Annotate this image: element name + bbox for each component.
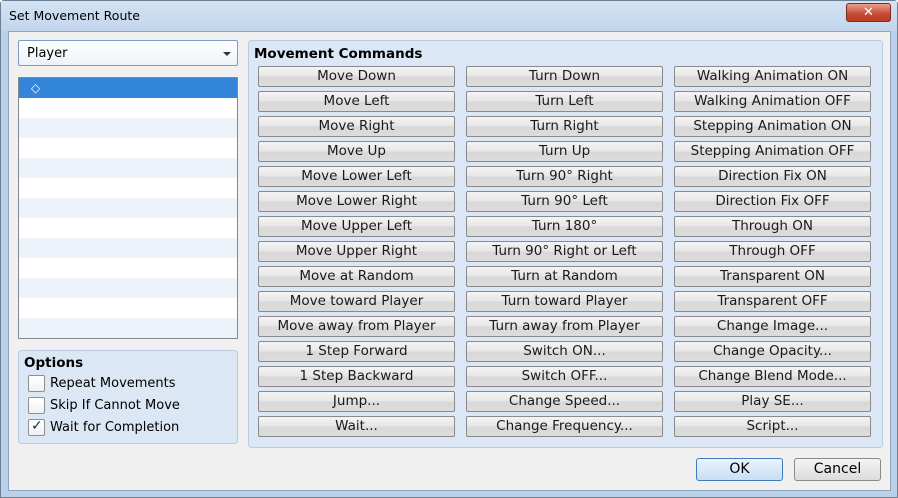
turn-up-button[interactable]: Turn Up bbox=[466, 141, 663, 162]
skip-if-cannot-move-checkbox[interactable] bbox=[28, 397, 45, 414]
switch-off-button[interactable]: Switch OFF... bbox=[466, 366, 663, 387]
through-off-button[interactable]: Through OFF bbox=[674, 241, 871, 262]
move-right-button[interactable]: Move Right bbox=[258, 116, 455, 137]
chevron-down-icon[interactable] bbox=[223, 52, 231, 56]
close-button[interactable]: ✕ bbox=[846, 3, 891, 22]
walking-animation-off-button[interactable]: Walking Animation OFF bbox=[674, 91, 871, 112]
repeat-movements-checkbox[interactable] bbox=[28, 375, 45, 392]
wait-button[interactable]: Wait... bbox=[258, 416, 455, 437]
direction-fix-on-button[interactable]: Direction Fix ON bbox=[674, 166, 871, 187]
transparent-off-button[interactable]: Transparent OFF bbox=[674, 291, 871, 312]
target-dropdown-value: Player bbox=[27, 46, 68, 61]
cancel-button[interactable]: Cancel bbox=[794, 458, 881, 481]
skip-if-cannot-move-label[interactable]: Skip If Cannot Move bbox=[50, 398, 180, 413]
options-title: Options bbox=[24, 355, 84, 371]
dialog-body: Player ◇ Options Repeat Movements Skip I… bbox=[8, 31, 891, 491]
through-on-button[interactable]: Through ON bbox=[674, 216, 871, 237]
list-item[interactable] bbox=[19, 138, 237, 158]
turn-away-from-player-button[interactable]: Turn away from Player bbox=[466, 316, 663, 337]
turn-90-deg-right-button[interactable]: Turn 90° Right bbox=[466, 166, 663, 187]
stepping-animation-on-button[interactable]: Stepping Animation ON bbox=[674, 116, 871, 137]
walking-animation-on-button[interactable]: Walking Animation ON bbox=[674, 66, 871, 87]
transparent-on-button[interactable]: Transparent ON bbox=[674, 266, 871, 287]
movement-commands-group: Movement Commands Move Down Move Left Move… bbox=[248, 40, 883, 448]
move-lower-left-button[interactable]: Move Lower Left bbox=[258, 166, 455, 187]
wait-for-completion-checkbox[interactable]: ✓ bbox=[28, 418, 45, 436]
title-bar: Set Movement Route ✕ bbox=[1, 1, 897, 31]
change-frequency-button[interactable]: Change Frequency... bbox=[466, 416, 663, 437]
turn-left-button[interactable]: Turn Left bbox=[466, 91, 663, 112]
target-dropdown[interactable]: Player bbox=[18, 40, 238, 66]
move-upper-left-button[interactable]: Move Upper Left bbox=[258, 216, 455, 237]
list-item[interactable] bbox=[19, 158, 237, 178]
turn-right-button[interactable]: Turn Right bbox=[466, 116, 663, 137]
options-group: Options Repeat Movements Skip If Cannot … bbox=[18, 350, 238, 444]
move-at-random-button[interactable]: Move at Random bbox=[258, 266, 455, 287]
turn-180-deg-button[interactable]: Turn 180° bbox=[466, 216, 663, 237]
1-step-backward-button[interactable]: 1 Step Backward bbox=[258, 366, 455, 387]
jump-button[interactable]: Jump... bbox=[258, 391, 455, 412]
list-item[interactable] bbox=[19, 98, 237, 118]
change-image-button[interactable]: Change Image... bbox=[674, 316, 871, 337]
turn-90-deg-left-button[interactable]: Turn 90° Left bbox=[466, 191, 663, 212]
move-toward-player-button[interactable]: Move toward Player bbox=[258, 291, 455, 312]
list-item[interactable] bbox=[19, 238, 237, 258]
list-item[interactable] bbox=[19, 198, 237, 218]
change-blend-mode-button[interactable]: Change Blend Mode... bbox=[674, 366, 871, 387]
list-item[interactable] bbox=[19, 178, 237, 198]
turn-toward-player-button[interactable]: Turn toward Player bbox=[466, 291, 663, 312]
turn-at-random-button[interactable]: Turn at Random bbox=[466, 266, 663, 287]
wait-for-completion-label[interactable]: Wait for Completion bbox=[50, 420, 179, 435]
movement-commands-title: Movement Commands bbox=[254, 46, 423, 62]
change-speed-button[interactable]: Change Speed... bbox=[466, 391, 663, 412]
turn-down-button[interactable]: Turn Down bbox=[466, 66, 663, 87]
list-item[interactable] bbox=[19, 298, 237, 318]
list-item[interactable] bbox=[19, 278, 237, 298]
stepping-animation-off-button[interactable]: Stepping Animation OFF bbox=[674, 141, 871, 162]
direction-fix-off-button[interactable]: Direction Fix OFF bbox=[674, 191, 871, 212]
1-step-forward-button[interactable]: 1 Step Forward bbox=[258, 341, 455, 362]
repeat-movements-label[interactable]: Repeat Movements bbox=[50, 376, 176, 391]
list-item[interactable] bbox=[19, 258, 237, 278]
checkmark-icon: ✓ bbox=[31, 418, 43, 434]
window-title: Set Movement Route bbox=[9, 8, 140, 23]
ok-button[interactable]: OK bbox=[696, 458, 783, 481]
move-up-button[interactable]: Move Up bbox=[258, 141, 455, 162]
move-left-button[interactable]: Move Left bbox=[258, 91, 455, 112]
move-away-from-player-button[interactable]: Move away from Player bbox=[258, 316, 455, 337]
move-upper-right-button[interactable]: Move Upper Right bbox=[258, 241, 455, 262]
play-se-button[interactable]: Play SE... bbox=[674, 391, 871, 412]
change-opacity-button[interactable]: Change Opacity... bbox=[674, 341, 871, 362]
script-button[interactable]: Script... bbox=[674, 416, 871, 437]
list-item[interactable] bbox=[19, 118, 237, 138]
route-command-list[interactable]: ◇ bbox=[18, 77, 238, 339]
set-movement-route-dialog: Set Movement Route ✕ Player ◇ Options Re… bbox=[0, 0, 898, 498]
turn-90-deg-right-or-left-button[interactable]: Turn 90° Right or Left bbox=[466, 241, 663, 262]
move-lower-right-button[interactable]: Move Lower Right bbox=[258, 191, 455, 212]
route-end-marker-icon: ◇ bbox=[31, 81, 41, 95]
list-item[interactable]: ◇ bbox=[19, 78, 237, 98]
list-item[interactable] bbox=[19, 318, 237, 338]
list-item[interactable] bbox=[19, 218, 237, 238]
switch-on-button[interactable]: Switch ON... bbox=[466, 341, 663, 362]
move-down-button[interactable]: Move Down bbox=[258, 66, 455, 87]
